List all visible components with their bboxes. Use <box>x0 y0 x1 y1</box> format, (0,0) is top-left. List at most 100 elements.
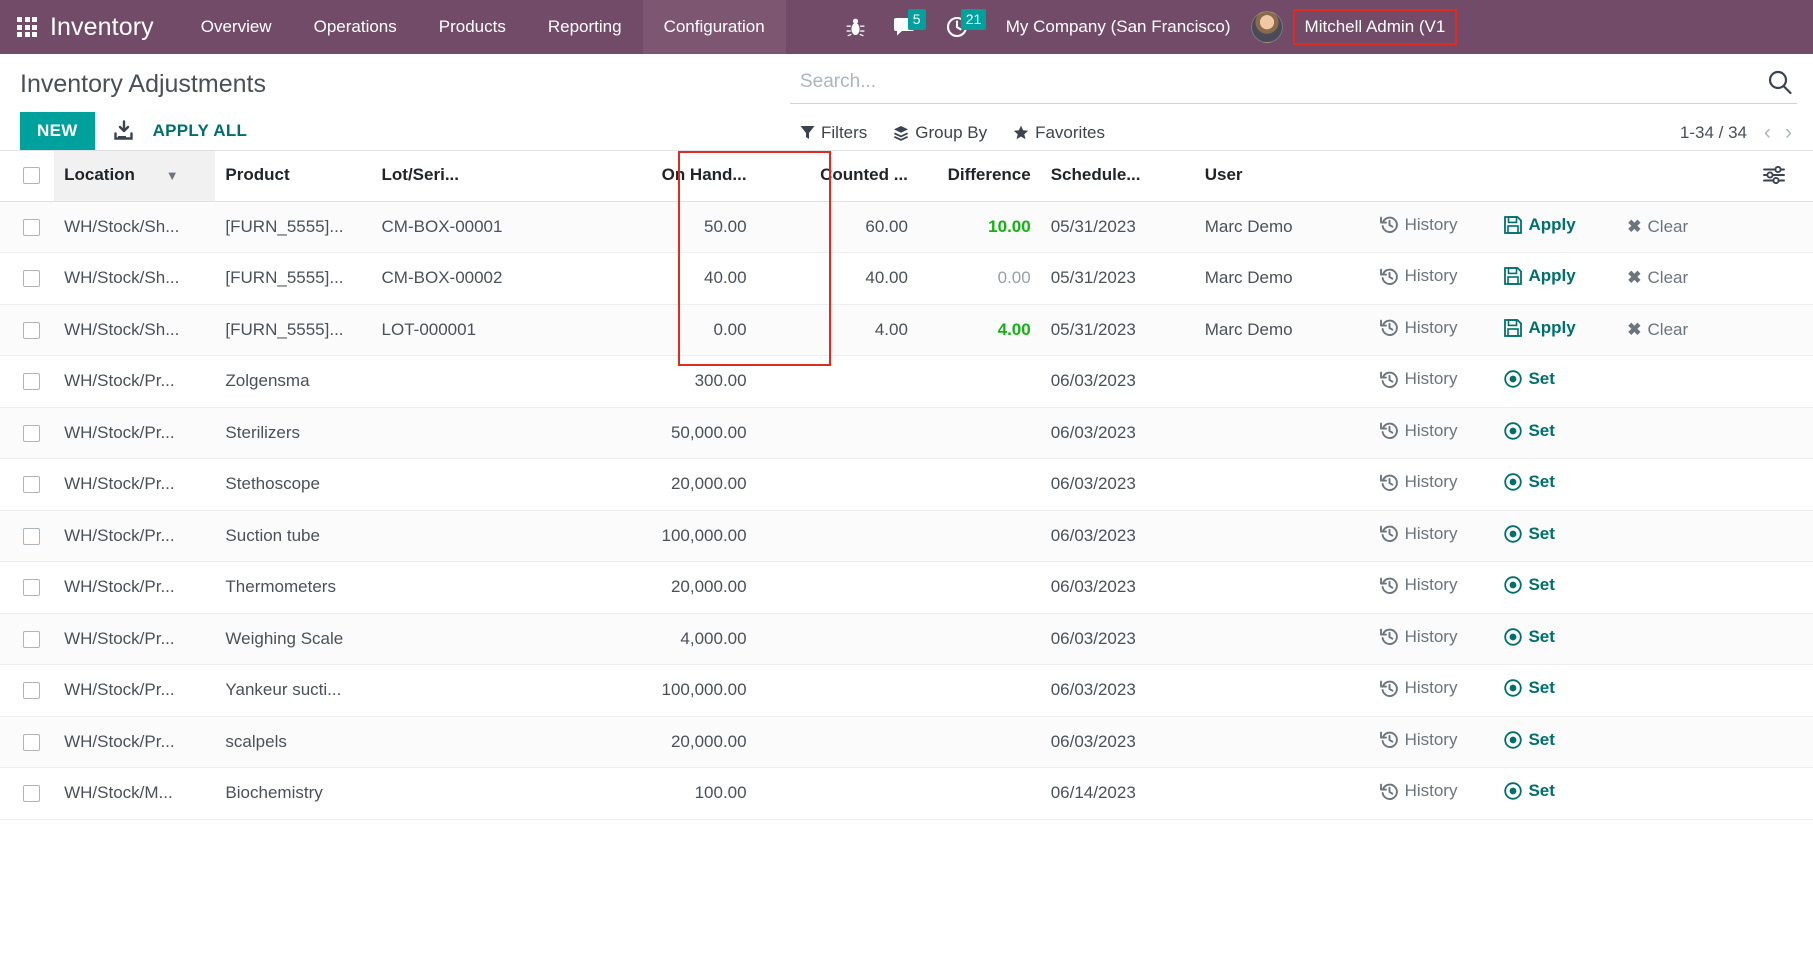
cell-clear-action[interactable] <box>1617 767 1753 820</box>
cell-clear-action[interactable] <box>1617 613 1753 665</box>
column-header-scheduled-date[interactable]: Schedule... <box>1040 151 1195 202</box>
set-button[interactable]: Set <box>1504 678 1555 698</box>
cell-apply-action[interactable]: Set <box>1494 407 1618 459</box>
pager-previous-icon[interactable]: ‹ <box>1759 122 1776 143</box>
table-row[interactable]: WH/Stock/Pr... Weighing Scale 4,000.00 06/0… <box>0 613 1813 665</box>
company-switcher[interactable]: My Company (San Francisco) <box>984 17 1247 37</box>
column-header-user[interactable]: User <box>1194 151 1370 202</box>
set-button[interactable]: Set <box>1504 730 1555 750</box>
filters-button[interactable]: Filters <box>800 123 867 143</box>
cell-counted[interactable]: 60.00 <box>756 201 918 253</box>
cell-clear-action[interactable]: ✖ Clear <box>1617 304 1753 356</box>
cell-counted[interactable] <box>756 613 918 665</box>
table-row[interactable]: WH/Stock/Pr... Zolgensma 300.00 06/03/2023 H… <box>0 355 1813 408</box>
cell-history-action[interactable]: History <box>1369 613 1495 665</box>
row-checkbox[interactable] <box>22 270 40 288</box>
history-button[interactable]: History <box>1379 575 1457 595</box>
clear-button[interactable]: ✖ Clear <box>1627 217 1688 237</box>
row-checkbox-cell[interactable] <box>0 201 55 253</box>
set-button[interactable]: Set <box>1504 575 1555 595</box>
apply-button[interactable]: Apply <box>1504 318 1576 338</box>
row-checkbox[interactable] <box>22 373 40 391</box>
row-checkbox-cell[interactable] <box>0 716 55 768</box>
row-checkbox-cell[interactable] <box>0 510 55 562</box>
cell-history-action[interactable]: History <box>1369 304 1495 356</box>
cell-counted[interactable] <box>756 767 918 820</box>
set-button[interactable]: Set <box>1504 781 1555 801</box>
select-all-header[interactable] <box>0 151 55 202</box>
table-row[interactable]: WH/Stock/Pr... Sterilizers 50,000.00 06/03/… <box>0 407 1813 459</box>
cell-clear-action[interactable] <box>1617 510 1753 562</box>
clear-button[interactable]: ✖ Clear <box>1627 320 1688 340</box>
column-header-on-hand[interactable]: On Hand... <box>564 151 757 202</box>
cell-counted[interactable] <box>756 664 918 717</box>
cell-history-action[interactable]: History <box>1369 664 1495 717</box>
column-header-difference[interactable]: Difference <box>917 151 1041 202</box>
row-checkbox-cell[interactable] <box>0 767 55 820</box>
table-row[interactable]: WH/Stock/Pr... Yankeur sucti... 100,000.00… <box>0 664 1813 717</box>
column-header-location[interactable]: Location ▼ <box>54 151 216 202</box>
history-button[interactable]: History <box>1379 318 1457 338</box>
history-button[interactable]: History <box>1379 524 1457 544</box>
cell-counted[interactable] <box>756 355 918 408</box>
cell-apply-action[interactable]: Set <box>1494 510 1618 562</box>
apply-all-button[interactable]: APPLY ALL <box>151 117 250 145</box>
cell-apply-action[interactable]: Apply <box>1494 201 1618 253</box>
cell-counted[interactable] <box>756 407 918 459</box>
cell-clear-action[interactable]: ✖ Clear <box>1617 252 1753 305</box>
nav-item-reporting[interactable]: Reporting <box>527 0 643 54</box>
cell-history-action[interactable]: History <box>1369 201 1495 253</box>
select-all-checkbox[interactable] <box>22 167 40 185</box>
cell-clear-action[interactable] <box>1617 458 1753 511</box>
group-by-button[interactable]: Group By <box>893 123 987 143</box>
apps-grid-icon[interactable] <box>0 0 46 54</box>
cell-apply-action[interactable]: Set <box>1494 716 1618 768</box>
cell-apply-action[interactable]: Set <box>1494 613 1618 665</box>
history-button[interactable]: History <box>1379 421 1457 441</box>
table-row[interactable]: WH/Stock/Pr... Thermometers 20,000.00 06/03… <box>0 561 1813 614</box>
row-checkbox-cell[interactable] <box>0 613 55 665</box>
cell-apply-action[interactable]: Set <box>1494 767 1618 820</box>
apply-button[interactable]: Apply <box>1504 215 1576 235</box>
search-input[interactable] <box>790 68 1759 96</box>
row-checkbox-cell[interactable] <box>0 561 55 614</box>
history-button[interactable]: History <box>1379 627 1457 647</box>
set-button[interactable]: Set <box>1504 421 1555 441</box>
cell-history-action[interactable]: History <box>1369 458 1495 511</box>
cell-clear-action[interactable] <box>1617 716 1753 768</box>
row-checkbox[interactable] <box>22 733 40 751</box>
row-checkbox[interactable] <box>22 579 40 597</box>
history-button[interactable]: History <box>1379 215 1457 235</box>
set-button[interactable]: Set <box>1504 472 1555 492</box>
row-checkbox-cell[interactable] <box>0 355 55 408</box>
cell-apply-action[interactable]: Apply <box>1494 252 1618 305</box>
cell-history-action[interactable]: History <box>1369 252 1495 305</box>
clear-button[interactable]: ✖ Clear <box>1627 268 1688 288</box>
row-checkbox-cell[interactable] <box>0 407 55 459</box>
cell-apply-action[interactable]: Set <box>1494 561 1618 614</box>
cell-clear-action[interactable] <box>1617 355 1753 408</box>
set-button[interactable]: Set <box>1504 627 1555 647</box>
nav-item-operations[interactable]: Operations <box>293 0 418 54</box>
column-header-counted[interactable]: Counted ... <box>756 151 918 202</box>
history-button[interactable]: History <box>1379 781 1457 801</box>
bug-icon[interactable] <box>832 0 879 54</box>
row-checkbox-cell[interactable] <box>0 252 55 305</box>
history-button[interactable]: History <box>1379 678 1457 698</box>
activities-clock-icon[interactable]: 21 <box>932 0 987 54</box>
row-checkbox[interactable] <box>22 785 40 803</box>
cell-history-action[interactable]: History <box>1369 355 1495 408</box>
cell-history-action[interactable]: History <box>1369 510 1495 562</box>
cell-counted[interactable]: 4.00 <box>756 304 918 356</box>
optional-columns-icon[interactable] <box>1752 151 1813 202</box>
cell-history-action[interactable]: History <box>1369 716 1495 768</box>
row-checkbox[interactable] <box>22 424 40 442</box>
messages-icon[interactable]: 5 <box>879 0 932 54</box>
pager-next-icon[interactable]: › <box>1780 122 1797 143</box>
column-header-lot-serial[interactable]: Lot/Seri... <box>371 151 565 202</box>
import-download-icon[interactable] <box>95 120 151 142</box>
cell-apply-action[interactable]: Apply <box>1494 304 1618 356</box>
cell-counted[interactable]: 40.00 <box>756 252 918 305</box>
table-row[interactable]: WH/Stock/Pr... Stethoscope 20,000.00 06/03/… <box>0 458 1813 511</box>
history-button[interactable]: History <box>1379 266 1457 286</box>
